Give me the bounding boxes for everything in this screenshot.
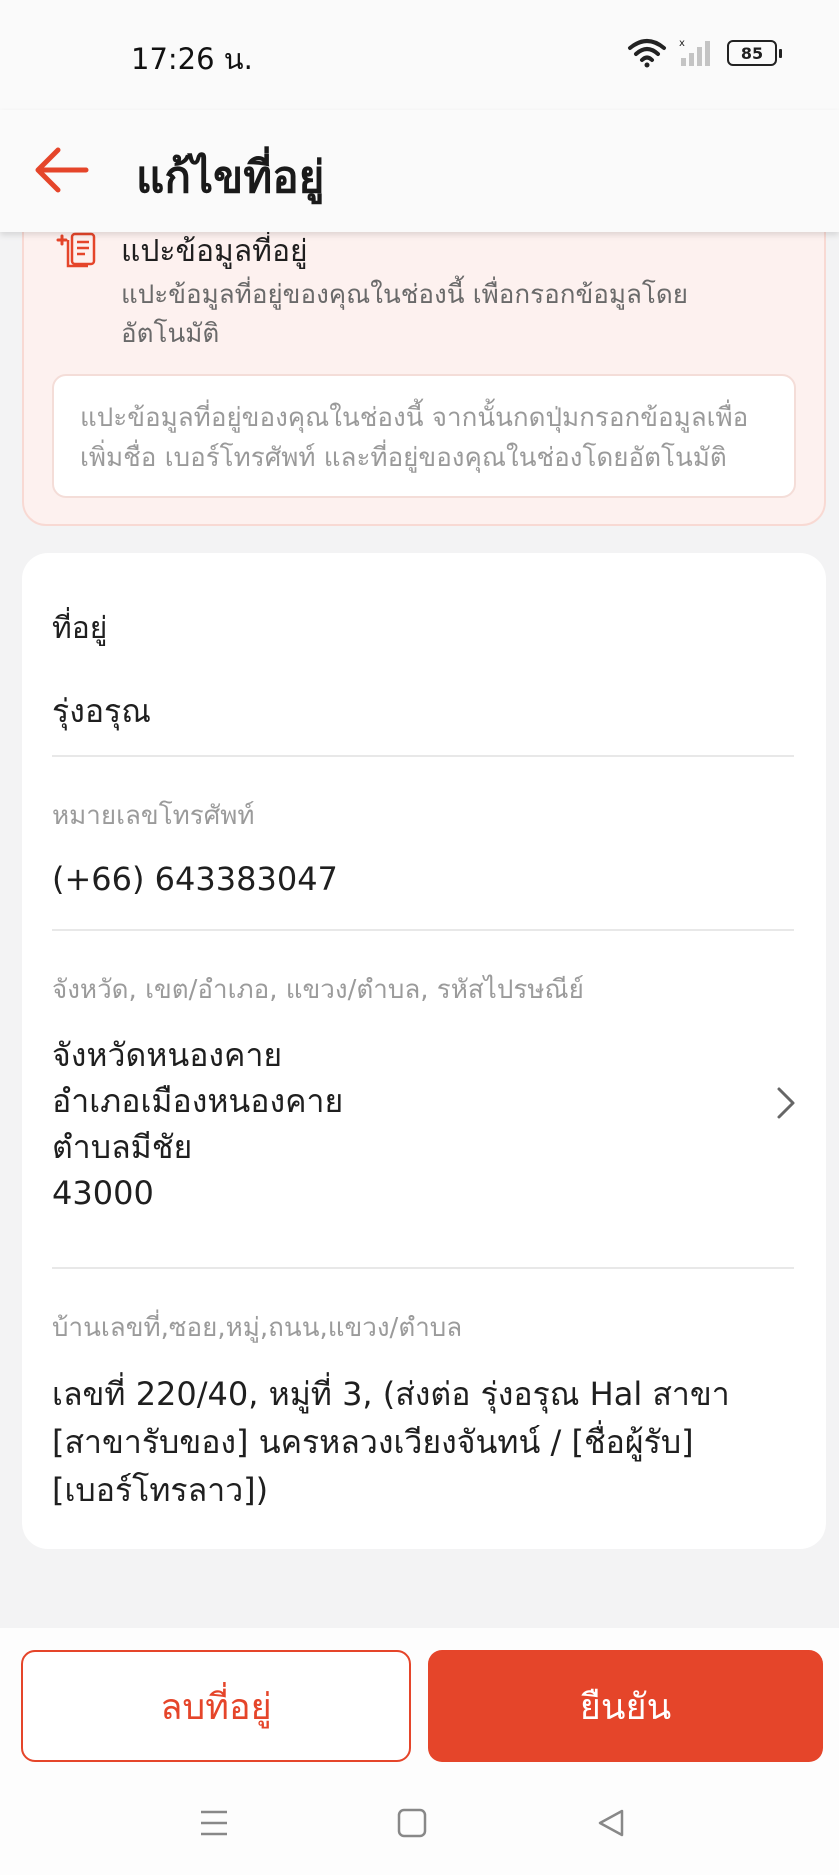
address-form-card: ที่อยู่ รุ่งอรุณ หมายเลขโทรศัพท์ (+66) 6… — [22, 553, 826, 1549]
name-label: ที่อยู่ — [52, 611, 108, 646]
delete-address-button[interactable]: ลบที่อยู่ — [21, 1650, 411, 1762]
battery-icon: 85 — [727, 40, 782, 66]
phone-field[interactable]: หมายเลขโทรศัพท์ (+66) 643383047 — [52, 795, 794, 898]
bottom-action-bar: ลบที่อยู่ ยืนยัน — [0, 1628, 839, 1875]
paste-description: แปะข้อมูลที่อยู่ของคุณในช่องนี้ เพื่อกรอ… — [121, 280, 688, 349]
paste-title: แปะข้อมูลที่อยู่ — [121, 234, 308, 269]
status-icons: x 85 — [627, 38, 782, 68]
confirm-button[interactable]: ยืนยัน — [428, 1650, 823, 1762]
region-label: จังหวัด, เขต/อำเภอ, แขวง/ตำบล, รหัสไปรษณ… — [52, 975, 584, 1005]
address-detail-line: [เบอร์โทรลาว]) — [52, 1471, 269, 1509]
divider — [52, 755, 794, 757]
svg-text:x: x — [679, 38, 685, 49]
region-field[interactable]: จังหวัด, เขต/อำเภอ, แขวง/ตำบล, รหัสไปรษณ… — [52, 969, 794, 1216]
system-nav-bar — [0, 1808, 839, 1868]
paste-clipboard-icon — [56, 232, 96, 268]
region-values: จังหวัดหนองคาย อำเภอเมืองหนองคาย ตำบลมีช… — [52, 1032, 794, 1216]
wifi-icon — [628, 39, 666, 68]
paste-address-card: แปะข้อมูลที่อยู่ แปะข้อมูลที่อยู่ของคุณใ… — [22, 190, 826, 526]
app-bar: แก้ไขที่อยู่ — [0, 110, 839, 232]
menu-icon[interactable] — [199, 1808, 229, 1838]
divider — [52, 929, 794, 931]
address-detail-line: [สาขารับของ] นครหลวงเวียงจันทน์ / [ชื่อผ… — [52, 1423, 694, 1461]
home-icon[interactable] — [397, 1808, 427, 1838]
address-detail-values: เลขที่ 220/40, หมู่ที่ 3, (ส่งต่อ รุ่งอร… — [52, 1370, 794, 1514]
phone-value: (+66) 643383047 — [52, 860, 338, 898]
address-detail-field[interactable]: บ้านเลขที่,ซอย,หมู่,ถนน,แขวง/ตำบล เลขที่… — [52, 1307, 794, 1514]
phone-label: หมายเลขโทรศัพท์ — [52, 801, 255, 831]
status-bar: 17:26 น. x 85 — [0, 0, 839, 110]
chevron-right-icon[interactable] — [774, 1083, 798, 1123]
page-title: แก้ไขที่อยู่ — [136, 152, 325, 203]
back-arrow-icon[interactable] — [30, 138, 94, 202]
back-triangle-icon[interactable] — [596, 1808, 626, 1838]
divider — [52, 1267, 794, 1269]
name-value: รุ่งอรุณ — [52, 692, 151, 730]
region-postcode: 43000 — [52, 1174, 154, 1212]
name-field[interactable]: ที่อยู่ รุ่งอรุณ — [52, 605, 794, 737]
region-district: อำเภอเมืองหนองคาย — [52, 1082, 344, 1120]
address-detail-label: บ้านเลขที่,ซอย,หมู่,ถนน,แขวง/ตำบล — [52, 1313, 463, 1343]
paste-address-input[interactable]: แปะข้อมูลที่อยู่ของคุณในช่องนี้ จากนั้นก… — [52, 374, 796, 498]
address-detail-line: เลขที่ 220/40, หมู่ที่ 3, (ส่งต่อ รุ่งอร… — [52, 1375, 730, 1413]
status-time: 17:26 น. — [131, 42, 253, 76]
region-subdistrict: ตำบลมีชัย — [52, 1128, 193, 1166]
region-province: จังหวัดหนองคาย — [52, 1036, 283, 1074]
signal-icon: x — [679, 38, 710, 66]
